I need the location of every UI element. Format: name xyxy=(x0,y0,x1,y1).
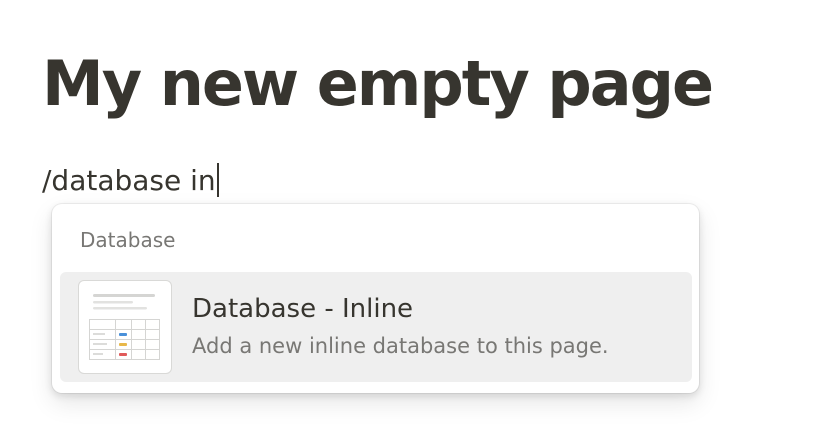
slash-command-menu: Database Database - Inline Add a new inl… xyxy=(52,204,699,393)
command-input-line[interactable]: /database in xyxy=(42,160,219,200)
menu-item-title: Database - Inline xyxy=(192,294,414,324)
page-title[interactable]: My new empty page xyxy=(42,38,714,130)
inline-database-thumbnail-icon xyxy=(78,280,172,374)
menu-item-description: Add a new inline database to this page. xyxy=(192,334,609,358)
text-cursor xyxy=(216,163,219,197)
menu-item-database-inline[interactable]: Database - Inline Add a new inline datab… xyxy=(60,272,692,382)
command-text: /database in xyxy=(42,163,216,197)
menu-section-label: Database xyxy=(80,228,176,252)
